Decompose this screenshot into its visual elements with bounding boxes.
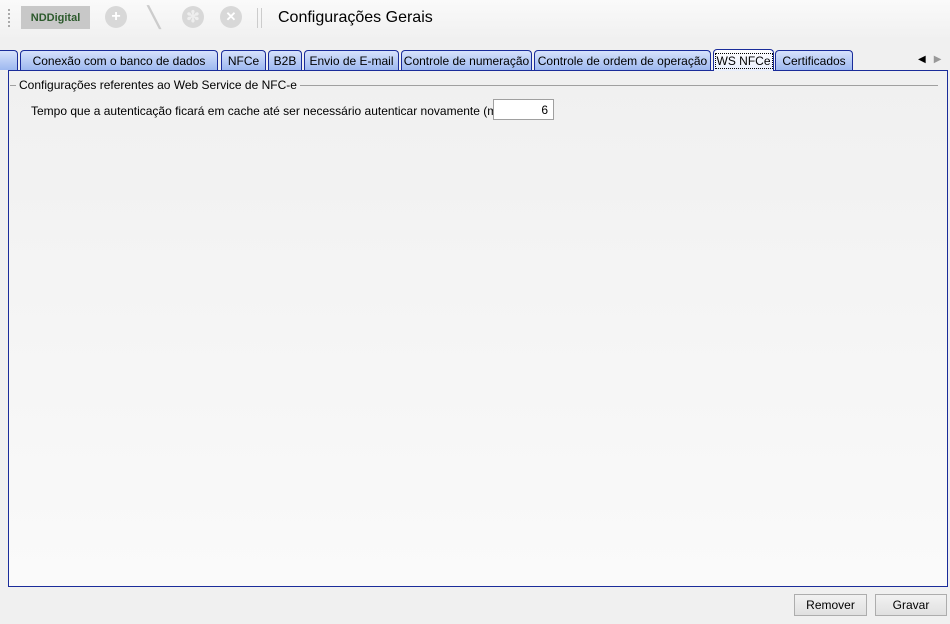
tab-ws-nfce[interactable]: WS NFCe xyxy=(713,49,774,71)
tab-label: WS NFCe xyxy=(714,52,773,69)
edit-icon[interactable]: ╲ xyxy=(143,6,165,29)
tab-label: Controle de ordem de operação xyxy=(537,53,708,68)
tab-database-connection[interactable]: Conexão com o banco de dados xyxy=(20,50,218,70)
tab-operation-order-control[interactable]: Controle de ordem de operação xyxy=(534,50,711,70)
toolbar-grip[interactable] xyxy=(8,9,12,27)
save-button[interactable]: Gravar xyxy=(875,594,947,616)
tab-hidden-previous[interactable] xyxy=(0,50,18,70)
tab-b2b[interactable]: B2B xyxy=(268,50,302,70)
cache-time-input[interactable] xyxy=(493,99,554,120)
group-title: Configurações referentes ao Web Service … xyxy=(16,78,300,92)
settings-icon[interactable]: ✻ xyxy=(182,6,204,28)
tab-label: Controle de numeração xyxy=(403,53,530,68)
tab-label: Envio de E-mail xyxy=(309,53,394,68)
tab-label: Conexão com o banco de dados xyxy=(32,53,206,68)
tab-panel xyxy=(8,70,948,587)
tab-label: Certificados xyxy=(782,53,846,68)
tab-numbering-control[interactable]: Controle de numeração xyxy=(401,50,532,70)
tab-certificates[interactable]: Certificados xyxy=(775,50,853,70)
cache-time-label: Tempo que a autenticação ficará em cache… xyxy=(31,104,514,118)
remove-button[interactable]: Remover xyxy=(794,594,867,616)
close-icon[interactable]: ✕ xyxy=(220,6,242,28)
tab-email[interactable]: Envio de E-mail xyxy=(304,50,399,70)
add-icon[interactable]: + xyxy=(105,6,127,28)
tab-scroll-arrows[interactable]: ◀▶ xyxy=(918,54,949,65)
tab-label: NFCe xyxy=(227,53,260,68)
tab-nfce[interactable]: NFCe xyxy=(221,50,266,70)
arrow-left-icon[interactable]: ◀ xyxy=(918,54,934,65)
tab-label: B2B xyxy=(273,53,297,68)
toolbar-separator xyxy=(257,8,262,28)
page-title: Configurações Gerais xyxy=(278,9,433,26)
arrow-right-icon[interactable]: ▶ xyxy=(934,54,950,65)
nddigital-logo: NDDigital xyxy=(21,6,90,29)
